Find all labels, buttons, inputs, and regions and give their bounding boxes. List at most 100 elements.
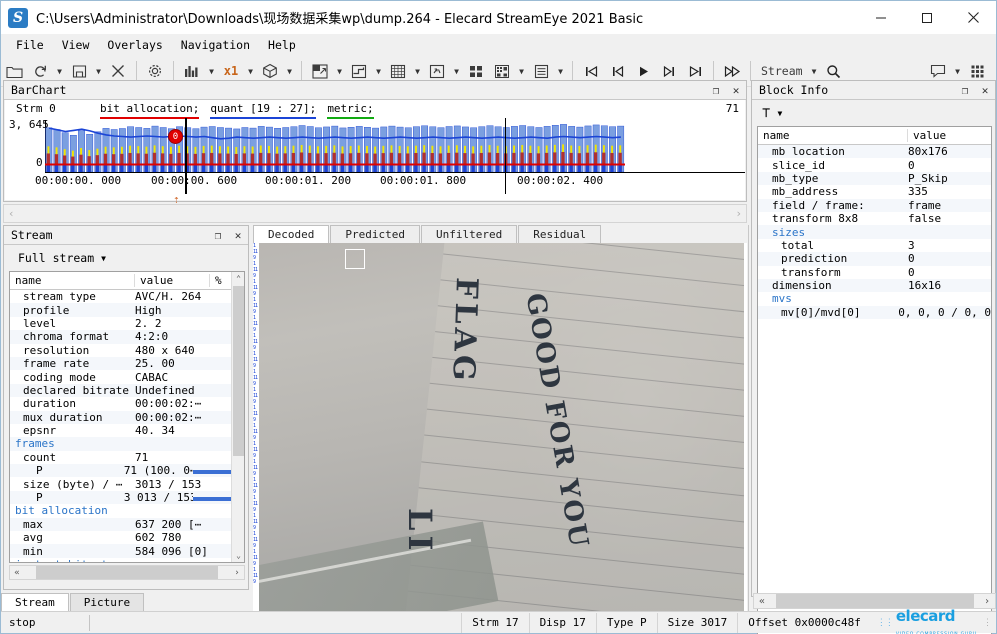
menu-view[interactable]: View bbox=[53, 35, 99, 55]
menu-file[interactable]: File bbox=[7, 35, 53, 55]
table-row[interactable]: epsnr 40. 34 bbox=[10, 424, 231, 437]
menu-help[interactable]: Help bbox=[259, 35, 305, 55]
video-panel: Decoded Predicted Unfiltered Residual FL… bbox=[253, 225, 747, 611]
block-info-hscroll-right-arrow[interactable]: › bbox=[979, 596, 995, 607]
table-row[interactable]: bit allocation bbox=[10, 504, 231, 517]
row-name: min bbox=[23, 544, 43, 558]
table-row[interactable]: P 71 (100. 0⋯ bbox=[10, 464, 231, 478]
menubar: File View Overlays Navigation Help bbox=[1, 34, 996, 56]
table-row[interactable]: count 71 bbox=[10, 451, 231, 464]
table-row[interactable]: transform 0 bbox=[758, 266, 991, 279]
stream-hscroll-right-arrow[interactable]: › bbox=[230, 568, 244, 578]
table-row[interactable]: min 584 096 [0] bbox=[10, 544, 231, 558]
barchart-legend: bit allocation; quant [19 : 27]; metric; bbox=[100, 102, 374, 119]
stream-close-icon[interactable]: ✕ bbox=[228, 227, 248, 244]
table-row[interactable]: chroma format 4:2:0 bbox=[10, 330, 231, 344]
block-info-restore-icon[interactable]: ❐ bbox=[955, 82, 975, 99]
stream-hscroll-thumb[interactable] bbox=[36, 566, 218, 579]
stream-scroll-thumb[interactable] bbox=[233, 286, 244, 456]
tab-unfiltered[interactable]: Unfiltered bbox=[420, 225, 518, 243]
row-value: AVC/H. 264 bbox=[135, 290, 202, 304]
block-info-table[interactable]: name value mb location 80x176 slice_id 0 mb_… bbox=[757, 126, 992, 634]
table-row[interactable]: duration 00:00:02:⋯ bbox=[10, 397, 231, 410]
stream-hscrollbar[interactable]: « › bbox=[9, 565, 245, 580]
block-info-hscroll-thumb[interactable] bbox=[775, 594, 974, 608]
row-name: count bbox=[23, 450, 57, 464]
stream-selector-label: Stream bbox=[761, 64, 803, 78]
app-window: S C:\Users\Administrator\Downloads\现场数据采… bbox=[0, 0, 997, 634]
tab-stream[interactable]: Stream bbox=[1, 593, 69, 611]
barchart-plot[interactable] bbox=[45, 120, 625, 172]
row-name: frame rate bbox=[23, 357, 90, 371]
block-info-close-icon[interactable]: ✕ bbox=[975, 82, 995, 99]
barchart-hscroll-right-arrow[interactable]: › bbox=[735, 207, 742, 220]
table-row[interactable]: resolution 480 x 640 bbox=[10, 344, 231, 357]
resize-grip-icon[interactable]: ⋮ bbox=[983, 618, 996, 628]
close-button[interactable] bbox=[950, 1, 996, 34]
table-row[interactable]: dimension 16x16 bbox=[758, 278, 991, 293]
stream-hscroll-left-arrow[interactable]: « bbox=[10, 568, 24, 578]
legend-metric[interactable]: metric; bbox=[327, 102, 374, 119]
tab-predicted[interactable]: Predicted bbox=[330, 225, 420, 243]
table-row[interactable]: prediction 0 bbox=[758, 252, 991, 266]
tab-decoded[interactable]: Decoded bbox=[253, 225, 330, 243]
table-row[interactable]: profile High bbox=[10, 303, 231, 317]
table-row[interactable]: mv[0]/mvd[0] 0, 0, 0 / 0, 0 bbox=[758, 305, 991, 320]
legend-quant[interactable]: quant [19 : 27]; bbox=[210, 102, 317, 119]
tab-residual[interactable]: Residual bbox=[518, 225, 602, 243]
barchart-restore-icon[interactable]: ❐ bbox=[706, 82, 726, 99]
filter-icon[interactable]: ⊤ bbox=[762, 105, 770, 121]
table-row[interactable]: mvs bbox=[758, 292, 991, 305]
table-row[interactable]: frames bbox=[10, 437, 231, 451]
table-row[interactable]: total 3 bbox=[758, 239, 991, 252]
stream-scroll-down-arrow[interactable]: ⌄ bbox=[232, 549, 244, 562]
table-row[interactable]: stream type AVC/H. 264 bbox=[10, 290, 231, 303]
stream-filter-combo[interactable]: Full stream ▼ bbox=[13, 249, 111, 267]
barchart-hscroll-left-arrow[interactable]: ‹ bbox=[8, 207, 15, 220]
table-row[interactable]: mb_address 335 bbox=[758, 185, 991, 198]
selected-macroblock-box[interactable] bbox=[345, 249, 365, 269]
row-value: false bbox=[908, 212, 942, 226]
barchart-hscrollbar[interactable]: ‹ › bbox=[3, 204, 747, 223]
table-row[interactable]: slice_id 0 bbox=[758, 158, 991, 172]
stream-scroll-up-arrow[interactable]: ⌃ bbox=[232, 272, 244, 285]
stream-table-rows[interactable]: stream type AVC/H. 264 profile High level 2. … bbox=[10, 290, 231, 562]
stream-vscrollbar[interactable]: ⌃ ⌄ bbox=[231, 272, 244, 562]
table-row[interactable]: frame rate 25. 00 bbox=[10, 356, 231, 371]
legend-bit-allocation[interactable]: bit allocation; bbox=[100, 102, 200, 119]
table-row[interactable]: transform 8x8 false bbox=[758, 212, 991, 225]
table-row[interactable]: avg 602 780 bbox=[10, 531, 231, 544]
minimize-button[interactable] bbox=[858, 1, 904, 34]
row-value: 3013 / 153 bbox=[135, 477, 202, 491]
decoded-frame-image[interactable]: FLAG GOOD FOR YOU LI bbox=[253, 243, 747, 611]
table-row[interactable]: coding mode CABAC bbox=[10, 370, 231, 384]
table-row[interactable]: mux duration 00:00:02:⋯ bbox=[10, 410, 231, 424]
table-row[interactable]: declared bitrate Undefined bbox=[10, 383, 231, 398]
block-info-hscroll-left-arrow[interactable]: « bbox=[754, 596, 770, 607]
stream-table[interactable]: name value % stream type AVC/H. 264 profil… bbox=[9, 271, 245, 563]
table-row[interactable]: level 2. 2 bbox=[10, 317, 231, 330]
filter-dropdown-icon[interactable]: ▼ bbox=[777, 109, 782, 118]
block-info-rows[interactable]: mb location 80x176 slice_id 0 mb_type P_Skip m… bbox=[758, 145, 991, 320]
barchart-panel-titlebar: BarChart ❐ ✕ bbox=[4, 81, 746, 100]
barchart-body[interactable]: Strm 0 71 bit allocation; quant [19 : 27… bbox=[5, 100, 745, 206]
status-strm: Strm 17 bbox=[461, 612, 528, 633]
tab-picture[interactable]: Picture bbox=[69, 593, 145, 611]
table-row[interactable]: size (byte) / ⋯ 3013 / 153 bbox=[10, 477, 231, 491]
table-row[interactable]: mb location 80x176 bbox=[758, 145, 991, 159]
stream-panel-title: Stream bbox=[11, 228, 53, 242]
table-row[interactable]: max 637 200 [⋯ bbox=[10, 517, 231, 532]
table-row[interactable]: mb_type P_Skip bbox=[758, 171, 991, 186]
table-row[interactable]: field / frame: frame bbox=[758, 198, 991, 212]
stream-panel-titlebar: Stream ❐ ✕ bbox=[4, 226, 248, 245]
table-row[interactable]: instant bitrate bbox=[10, 558, 231, 562]
menu-overlays[interactable]: Overlays bbox=[98, 35, 171, 55]
menu-navigation[interactable]: Navigation bbox=[172, 35, 259, 55]
row-name: prediction bbox=[781, 252, 848, 266]
stream-restore-icon[interactable]: ❐ bbox=[208, 227, 228, 244]
table-row[interactable]: P 3 013 / 153 bbox=[10, 490, 231, 505]
barchart-close-icon[interactable]: ✕ bbox=[726, 82, 746, 99]
table-row[interactable]: sizes bbox=[758, 225, 991, 239]
maximize-button[interactable] bbox=[904, 1, 950, 34]
video-viewport[interactable]: FLAG GOOD FOR YOU LI 1 11 9 1 11 9 1 11 9 1 11 9 1 11… bbox=[253, 243, 747, 611]
